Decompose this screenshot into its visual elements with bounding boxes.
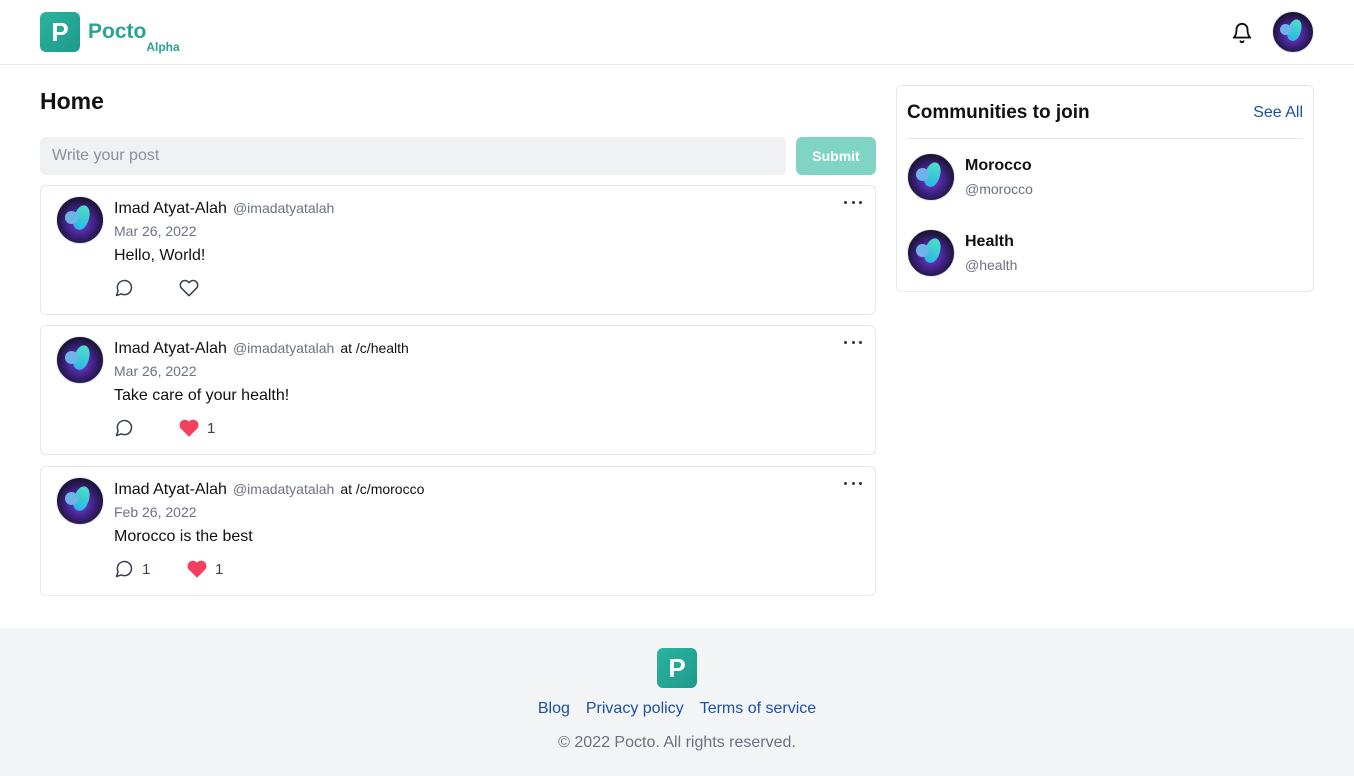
- post-card: Imad Atyat-Alah @imadatyatalah at /c/hea…: [40, 325, 876, 455]
- brand-logo[interactable]: P Pocto Alpha: [40, 12, 180, 54]
- author-handle[interactable]: @imadatyatalah: [233, 340, 334, 356]
- more-options-icon[interactable]: [844, 198, 862, 206]
- post-date: Feb 26, 2022: [114, 504, 197, 520]
- author-handle[interactable]: @imadatyatalah: [233, 481, 334, 497]
- comment-icon: [115, 560, 133, 578]
- post-body: Hello, World!: [114, 247, 206, 264]
- divider: [907, 138, 1303, 139]
- post-card: Imad Atyat-Alah @imadatyatalah Mar 26, 2…: [40, 185, 876, 315]
- communities-panel: Communities to join See All Morocco @mor…: [896, 85, 1314, 292]
- user-avatar[interactable]: [1272, 11, 1314, 53]
- like-button[interactable]: 1: [179, 418, 215, 438]
- sidebar-title: Communities to join: [907, 102, 1090, 123]
- comment-icon: [115, 279, 133, 297]
- community-avatar: [907, 153, 955, 201]
- brand-name: Pocto: [88, 20, 147, 43]
- logo-mark-icon: P: [40, 12, 80, 52]
- author-avatar[interactable]: [56, 336, 104, 384]
- like-button[interactable]: 1: [187, 559, 223, 579]
- bell-icon[interactable]: [1231, 22, 1253, 44]
- comment-count: 1: [142, 560, 151, 578]
- post-card: Imad Atyat-Alah @imadatyatalah at /c/mor…: [40, 466, 876, 596]
- page-title: Home: [40, 88, 104, 114]
- comment-button[interactable]: 1: [114, 559, 150, 579]
- community-link[interactable]: at /c/health: [340, 340, 409, 356]
- author-name[interactable]: Imad Atyat-Alah: [114, 340, 227, 358]
- community-item-morocco[interactable]: Morocco @morocco: [907, 153, 1303, 203]
- author-avatar[interactable]: [56, 196, 104, 244]
- heart-filled-icon: [179, 419, 199, 437]
- comment-button[interactable]: [114, 278, 134, 298]
- community-name: Morocco: [965, 157, 1032, 174]
- community-avatar: [907, 229, 955, 277]
- post-body: Take care of your health!: [114, 387, 290, 404]
- top-navbar: P Pocto Alpha: [0, 0, 1354, 65]
- like-count: 1: [207, 419, 216, 437]
- comment-icon: [115, 419, 133, 437]
- community-item-health[interactable]: Health @health: [907, 229, 1303, 279]
- copyright: © 2022 Pocto. All rights reserved.: [558, 734, 796, 751]
- brand-tag: Alpha: [146, 40, 180, 54]
- footer-link-terms[interactable]: Terms of service: [700, 700, 816, 718]
- community-link[interactable]: at /c/morocco: [340, 481, 424, 497]
- post-header: Imad Atyat-Alah @imadatyatalah: [114, 200, 334, 218]
- comment-button[interactable]: [114, 418, 134, 438]
- post-date: Mar 26, 2022: [114, 223, 197, 239]
- footer: P Blog Privacy policy Terms of service ©…: [0, 628, 1354, 776]
- more-options-icon[interactable]: [844, 479, 862, 487]
- author-name[interactable]: Imad Atyat-Alah: [114, 200, 227, 218]
- heart-outline-icon: [179, 279, 199, 297]
- community-handle: @health: [965, 257, 1018, 273]
- footer-logo-icon[interactable]: P: [657, 648, 697, 688]
- footer-link-privacy[interactable]: Privacy policy: [586, 700, 684, 718]
- community-handle: @morocco: [965, 181, 1033, 197]
- like-count: 1: [215, 560, 224, 578]
- see-all-link[interactable]: See All: [1253, 104, 1303, 122]
- author-handle[interactable]: @imadatyatalah: [233, 200, 334, 216]
- post-body: Morocco is the best: [114, 528, 253, 545]
- post-date: Mar 26, 2022: [114, 363, 197, 379]
- author-avatar[interactable]: [56, 477, 104, 525]
- footer-links: Blog Privacy policy Terms of service: [0, 700, 1354, 718]
- community-name: Health: [965, 233, 1014, 250]
- heart-filled-icon: [187, 560, 207, 578]
- more-options-icon[interactable]: [844, 338, 862, 346]
- like-button[interactable]: [179, 278, 199, 298]
- submit-button[interactable]: Submit: [796, 137, 876, 175]
- post-header: Imad Atyat-Alah @imadatyatalah at /c/hea…: [114, 340, 409, 358]
- author-name[interactable]: Imad Atyat-Alah: [114, 481, 227, 499]
- post-header: Imad Atyat-Alah @imadatyatalah at /c/mor…: [114, 481, 424, 499]
- post-input[interactable]: [40, 137, 786, 175]
- footer-link-blog[interactable]: Blog: [538, 700, 570, 718]
